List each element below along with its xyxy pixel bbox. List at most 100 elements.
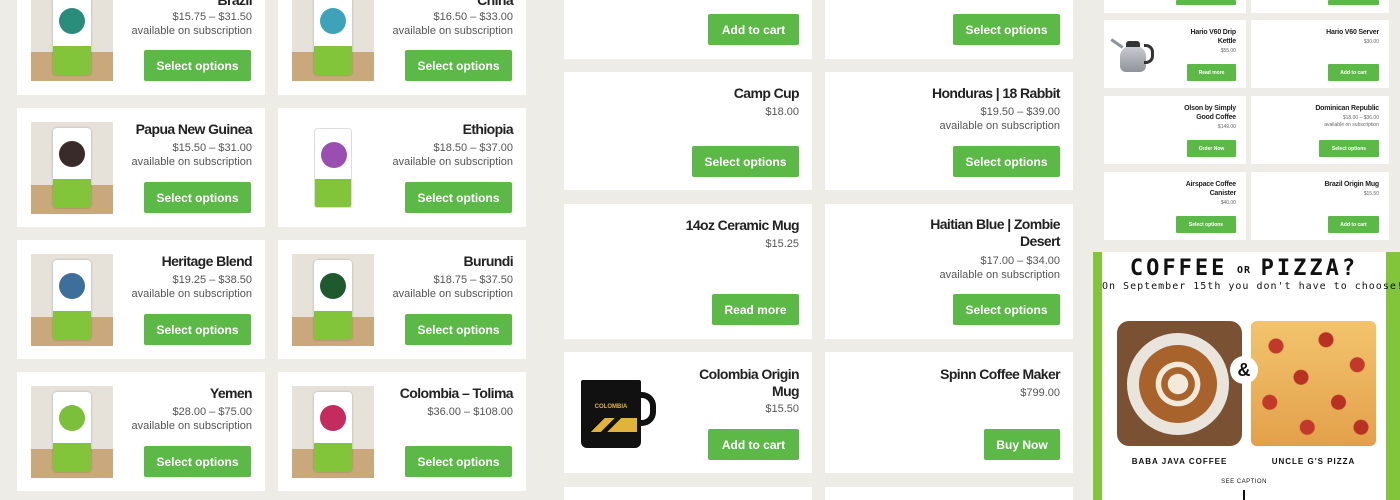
subscription-note: available on subscription bbox=[1324, 122, 1379, 128]
product-card[interactable]: Yemen $28.00 – $75.00 available on subsc… bbox=[17, 372, 265, 491]
product-image[interactable] bbox=[31, 0, 113, 81]
mini-product-card[interactable]: Airspace Coffee Canister $40.00 Select o… bbox=[1104, 172, 1246, 240]
pizza-photo[interactable] bbox=[1251, 321, 1376, 446]
select-options-button[interactable]: Select options bbox=[953, 14, 1060, 45]
mini-top-button[interactable] bbox=[1176, 0, 1236, 5]
product-price: $28.00 – $75.00 bbox=[172, 406, 252, 418]
product-image[interactable] bbox=[292, 0, 374, 81]
product-card[interactable]: Haitian Blue | Zombie Desert $17.00 – $3… bbox=[825, 204, 1073, 339]
select-options-button[interactable]: Select options bbox=[1176, 216, 1236, 233]
product-name[interactable]: 14oz Ceramic Mug bbox=[686, 217, 800, 234]
product-name[interactable]: Papua New Guinea bbox=[136, 121, 253, 138]
product-card[interactable]: Honduras | 18 Rabbit $19.50 – $39.00 ava… bbox=[825, 72, 1073, 190]
order-now-button[interactable]: Order Now bbox=[1187, 140, 1236, 157]
product-name[interactable]: Dominican Republic bbox=[1315, 104, 1379, 113]
select-options-button[interactable]: Select options bbox=[1319, 140, 1379, 157]
subscription-note: available on subscription bbox=[131, 288, 252, 300]
product-name[interactable]: Burundi bbox=[464, 253, 514, 270]
product-price: $36.00 – $108.00 bbox=[427, 406, 513, 418]
product-price: $19.25 – $38.50 bbox=[172, 274, 252, 286]
select-options-button[interactable]: Select options bbox=[144, 314, 251, 345]
product-label bbox=[59, 141, 85, 167]
coffee-photo[interactable] bbox=[1117, 321, 1242, 446]
see-caption-label: SEE CAPTION bbox=[1221, 479, 1267, 485]
product-image[interactable] bbox=[31, 386, 113, 478]
product-name[interactable]: Ethiopia bbox=[463, 121, 514, 138]
product-name[interactable]: Brazil Origin Mug bbox=[1324, 180, 1379, 189]
promo-banner[interactable]: COFFEE OR PIZZA? On September 15th you d… bbox=[1093, 252, 1400, 500]
product-name[interactable]: Olson by Simply Good Coffee bbox=[1172, 104, 1236, 122]
product-image[interactable] bbox=[292, 386, 374, 478]
product-card[interactable]: Spinn Coffee Maker $799.00 Buy Now bbox=[825, 352, 1073, 473]
product-label bbox=[59, 273, 85, 299]
product-card[interactable]: Papua New Guinea $15.50 – $31.00 availab… bbox=[17, 108, 265, 227]
product-name[interactable]: Hario V60 Drip Kettle bbox=[1176, 28, 1237, 46]
add-to-cart-button[interactable]: Add to cart bbox=[708, 429, 799, 460]
mini-card[interactable] bbox=[1104, 0, 1246, 13]
product-image[interactable] bbox=[31, 254, 113, 346]
product-price: $15.50 bbox=[1363, 191, 1379, 197]
product-card[interactable]: COLOMBIA Colombia Origin Mug $15.50 Add … bbox=[564, 352, 812, 473]
add-to-cart-button[interactable]: Add to cart bbox=[708, 14, 799, 45]
product-name[interactable]: Colombia – Tolima bbox=[400, 385, 514, 402]
read-more-button[interactable]: Read more bbox=[1187, 64, 1236, 81]
add-to-cart-button[interactable]: Add to cart bbox=[1328, 216, 1379, 233]
select-options-button[interactable]: Select options bbox=[405, 446, 512, 477]
product-name[interactable]: Colombia Origin Mug bbox=[689, 366, 799, 400]
mini-card[interactable] bbox=[1251, 0, 1389, 13]
add-to-cart-button[interactable]: Add to cart bbox=[1328, 64, 1379, 81]
product-card[interactable]: 14oz Ceramic Mug $15.25 Read more bbox=[564, 204, 812, 339]
product-card[interactable] bbox=[564, 487, 812, 500]
product-price: $18.00 bbox=[765, 106, 799, 118]
product-name[interactable]: Spinn Coffee Maker bbox=[940, 366, 1060, 383]
select-options-button[interactable]: Select options bbox=[144, 182, 251, 213]
product-name[interactable]: Hario V60 Server bbox=[1326, 28, 1379, 37]
mini-product-card[interactable]: Brazil Origin Mug $15.50 Add to cart bbox=[1251, 172, 1389, 240]
select-options-button[interactable]: Select options bbox=[144, 50, 251, 81]
mug-image[interactable]: COLOMBIA bbox=[578, 378, 658, 452]
product-card[interactable]: Add to cart bbox=[564, 0, 812, 59]
product-card[interactable] bbox=[825, 487, 1073, 500]
ampersand-badge: & bbox=[1230, 356, 1258, 384]
select-options-button[interactable]: Select options bbox=[953, 146, 1060, 177]
product-card[interactable]: Camp Cup $18.00 Select options bbox=[564, 72, 812, 190]
product-image[interactable] bbox=[292, 122, 374, 214]
kettle-image[interactable] bbox=[1110, 28, 1156, 80]
product-card[interactable]: Brazil $15.75 – $31.50 available on subs… bbox=[17, 0, 265, 95]
mini-product-card[interactable]: Hario V60 Server $30.00 Add to cart bbox=[1251, 20, 1389, 88]
select-options-button[interactable]: Select options bbox=[405, 182, 512, 213]
select-options-button[interactable]: Select options bbox=[405, 50, 512, 81]
read-more-button[interactable]: Read more bbox=[712, 294, 799, 325]
product-name[interactable]: Yemen bbox=[210, 385, 253, 402]
product-name[interactable]: Airspace Coffee Canister bbox=[1172, 180, 1236, 198]
product-card[interactable]: Ethiopia $18.50 – $37.00 available on su… bbox=[278, 108, 526, 227]
product-image[interactable] bbox=[292, 254, 374, 346]
select-options-button[interactable]: Select options bbox=[953, 294, 1060, 325]
mini-product-card[interactable]: Dominican Republic $18.00 – $36.00 avail… bbox=[1251, 96, 1389, 164]
select-options-button[interactable]: Select options bbox=[144, 446, 251, 477]
product-card[interactable]: Burundi $18.75 – $37.50 available on sub… bbox=[278, 240, 526, 359]
product-name[interactable]: Heritage Blend bbox=[162, 253, 253, 270]
mini-product-card[interactable]: Hario V60 Drip Kettle $55.00 Read more bbox=[1104, 20, 1246, 88]
product-name[interactable]: Honduras | 18 Rabbit bbox=[932, 85, 1061, 102]
product-name[interactable]: Brazil bbox=[217, 0, 252, 9]
product-image[interactable] bbox=[31, 122, 113, 214]
product-name[interactable]: China bbox=[477, 0, 513, 9]
product-name[interactable]: Haitian Blue | Zombie Desert bbox=[910, 216, 1060, 250]
mini-top-button[interactable] bbox=[1328, 0, 1379, 5]
product-card[interactable]: Colombia – Tolima $36.00 – $108.00 Selec… bbox=[278, 372, 526, 491]
promo-title: COFFEE OR PIZZA? bbox=[1102, 256, 1386, 281]
product-card[interactable]: Select options bbox=[825, 0, 1073, 59]
promo-poster[interactable]: COFFEE OR PIZZA? On September 15th you d… bbox=[1102, 252, 1400, 500]
product-price: $149.00 bbox=[1217, 124, 1236, 130]
mini-product-card[interactable]: Olson by Simply Good Coffee $149.00 Orde… bbox=[1104, 96, 1246, 164]
product-price: $15.25 bbox=[765, 238, 799, 250]
product-card[interactable]: Heritage Blend $19.25 – $38.50 available… bbox=[17, 240, 265, 359]
pizza-caption: UNCLE G'S PIZZA bbox=[1271, 457, 1356, 466]
product-name[interactable]: Camp Cup bbox=[734, 85, 800, 102]
buy-now-button[interactable]: Buy Now bbox=[984, 429, 1060, 460]
select-options-button[interactable]: Select options bbox=[692, 146, 799, 177]
select-options-button[interactable]: Select options bbox=[405, 314, 512, 345]
product-card[interactable]: China $16.50 – $33.00 available on subsc… bbox=[278, 0, 526, 95]
product-price: $18.00 – $36.00 bbox=[1342, 115, 1379, 121]
